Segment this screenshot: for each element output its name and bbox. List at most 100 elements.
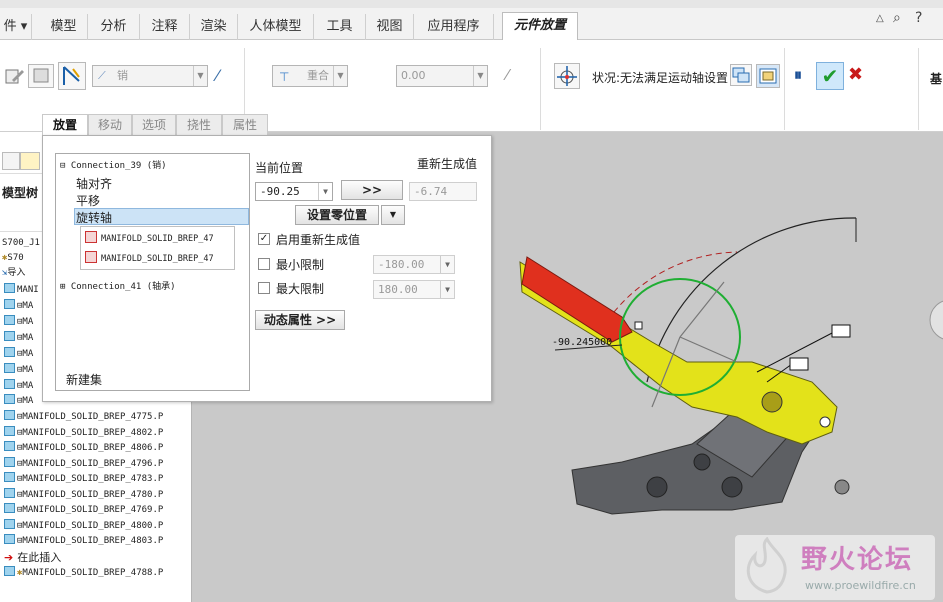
part-icon: [4, 410, 15, 420]
axis-alignment-item[interactable]: 轴对齐: [76, 175, 112, 192]
new-set-item[interactable]: 新建集: [66, 371, 102, 388]
tab-manikin[interactable]: 人体模型: [238, 14, 314, 40]
cancel-button[interactable]: ✖: [848, 64, 863, 85]
tab-render[interactable]: 渲染: [190, 14, 238, 40]
max-limit-checkbox[interactable]: [258, 282, 270, 294]
collapse-ribbon-icon[interactable]: △: [876, 13, 884, 24]
search-icon[interactable]: ⌕: [893, 10, 901, 26]
model-tree-tab[interactable]: 模型树: [2, 184, 38, 201]
part-icon: [4, 426, 15, 436]
pause-button[interactable]: ⏸: [794, 65, 802, 85]
min-limit-field[interactable]: -180.00 ▼: [373, 255, 455, 274]
chevron-down-icon: ▼: [389, 210, 397, 219]
connection-item[interactable]: ⊟ Connection_39 (销): [60, 158, 167, 171]
connection-type-select[interactable]: ⟋ 销 ▼: [92, 65, 208, 87]
tree-item[interactable]: ⊟MA: [0, 331, 33, 346]
chevron-down-icon: ▼: [440, 281, 454, 298]
placement-panel: ⊟ Connection_39 (销) 轴对齐 平移 旋转轴 MANIFOLD_…: [42, 135, 492, 402]
tab-model[interactable]: 模型: [40, 14, 88, 40]
translation-item[interactable]: 平移: [76, 192, 100, 209]
chevron-down-icon: ▼: [473, 66, 487, 86]
tree-settings-icon[interactable]: [2, 152, 20, 170]
max-limit-value: 180.00: [378, 283, 418, 296]
tree-item[interactable]: ⊟MANIFOLD_SOLID_BREP_4775.P: [0, 410, 163, 425]
current-position-label: 当前位置: [255, 161, 304, 175]
enable-regen-label: 启用重新生成值: [276, 233, 361, 247]
tree-item[interactable]: MANI: [0, 283, 39, 298]
insert-here-marker[interactable]: ➔ 在此插入: [0, 550, 61, 565]
tree-item[interactable]: ⊟MA: [0, 347, 33, 362]
tree-item[interactable]: ⊟MA: [0, 379, 33, 394]
move-component-icon[interactable]: [554, 63, 580, 89]
tab-move[interactable]: 移动: [88, 114, 132, 136]
tree-root-item[interactable]: S700_J1: [2, 236, 40, 251]
flip-icon[interactable]: ⁄: [216, 66, 219, 85]
tree-item[interactable]: ✱S70: [2, 251, 24, 266]
tab-analysis[interactable]: 分析: [88, 14, 140, 40]
part-icon: [4, 315, 15, 325]
min-limit-checkbox[interactable]: [258, 258, 270, 270]
watermark-title: 野火论坛: [801, 545, 914, 575]
regen-value-label: 重新生成值: [417, 157, 478, 171]
tree-item[interactable]: ⊟MA: [0, 299, 33, 314]
tab-file[interactable]: 件 ▾: [0, 14, 32, 40]
title-strip: [0, 0, 943, 8]
forum-watermark: 野火论坛 www.proewildfire.cn: [735, 535, 935, 600]
tab-properties[interactable]: 属性: [222, 114, 268, 136]
tree-item[interactable]: ⊟MANIFOLD_SOLID_BREP_4803.P: [0, 534, 163, 549]
confirm-button[interactable]: ✔: [816, 62, 844, 90]
tab-flexibility[interactable]: 挠性: [176, 114, 222, 136]
constraint-type-select[interactable]: ⊤ 重合 ▼: [272, 65, 348, 87]
min-limit-label: 最小限制: [276, 258, 325, 272]
edit-icon[interactable]: [4, 66, 26, 86]
tab-options[interactable]: 选项: [132, 114, 176, 136]
max-limit-field[interactable]: 180.00 ▼: [373, 280, 455, 299]
expand-icon[interactable]: ⊞: [60, 282, 65, 292]
tree-item[interactable]: ✱MANIFOLD_SOLID_BREP_4788.P: [0, 566, 163, 581]
reference-item[interactable]: MANIFOLD_SOLID_BREP_47: [85, 231, 214, 244]
check-icon: ✔: [821, 64, 839, 88]
offset-value-field[interactable]: 0.00 ▼: [396, 65, 488, 87]
set-zero-position-button[interactable]: 设置零位置: [295, 205, 379, 225]
flip-constraint-icon[interactable]: ⁄: [506, 66, 509, 84]
regen-value-field[interactable]: -6.74: [409, 182, 477, 201]
assembly-window-icon[interactable]: [756, 64, 780, 88]
tree-item[interactable]: ⊟MA: [0, 363, 33, 378]
tree-item[interactable]: ⊟MANIFOLD_SOLID_BREP_4796.P: [0, 457, 163, 472]
tree-item[interactable]: ⊟MA: [0, 315, 33, 330]
tree-item[interactable]: ⇲导入: [2, 266, 25, 281]
connection-item[interactable]: ⊞ Connection_41 (轴承): [60, 279, 176, 292]
tree-item[interactable]: ⊟MANIFOLD_SOLID_BREP_4806.P: [0, 441, 163, 456]
tab-applications[interactable]: 应用程序: [414, 14, 494, 40]
tab-tools[interactable]: 工具: [314, 14, 366, 40]
user-defined-icon[interactable]: [28, 64, 54, 88]
tree-folder-icon[interactable]: [20, 152, 40, 170]
collapse-icon[interactable]: ⊟: [60, 161, 65, 171]
help-icon[interactable]: ?: [915, 10, 922, 26]
tab-view[interactable]: 视图: [366, 14, 414, 40]
mechanism-connection-icon[interactable]: [58, 62, 86, 90]
dynamic-properties-button[interactable]: 动态属性 >>: [255, 310, 345, 330]
copy-to-regen-button[interactable]: >>: [341, 180, 403, 200]
tab-placement[interactable]: 放置: [42, 114, 88, 136]
pin-icon: ⟋: [98, 69, 106, 82]
enable-regen-checkbox[interactable]: ✓: [258, 233, 270, 245]
tab-annotate[interactable]: 注释: [140, 14, 190, 40]
tab-component-placement[interactable]: 元件放置: [502, 12, 578, 41]
reference-item[interactable]: MANIFOLD_SOLID_BREP_47: [85, 251, 214, 264]
current-position-value: -90.25: [260, 185, 300, 198]
tree-item[interactable]: ⊟MA: [0, 394, 33, 409]
chevron-down-icon: ▼: [193, 66, 207, 86]
tree-item[interactable]: ⊟MANIFOLD_SOLID_BREP_4802.P: [0, 426, 163, 441]
ribbon-tab-bar: 件 ▾ 模型 分析 注释 渲染 人体模型 工具 视图 应用程序 元件放置 △ ⌕…: [0, 0, 943, 41]
chevron-down-icon[interactable]: ▼: [318, 183, 332, 200]
current-position-field[interactable]: -90.25 ▼: [255, 182, 333, 201]
tree-item[interactable]: ⊟MANIFOLD_SOLID_BREP_4783.P: [0, 472, 163, 487]
yellow-arm-part: [519, 256, 838, 445]
tree-item[interactable]: ⊟MANIFOLD_SOLID_BREP_4769.P: [0, 503, 163, 518]
tree-item[interactable]: ⊟MANIFOLD_SOLID_BREP_4780.P: [0, 488, 163, 503]
separate-window-icon[interactable]: [730, 64, 752, 86]
tree-item[interactable]: ⊟MANIFOLD_SOLID_BREP_4800.P: [0, 519, 163, 534]
set-zero-dropdown[interactable]: ▼: [381, 205, 405, 225]
rotation-axis-item[interactable]: 旋转轴: [74, 208, 249, 225]
